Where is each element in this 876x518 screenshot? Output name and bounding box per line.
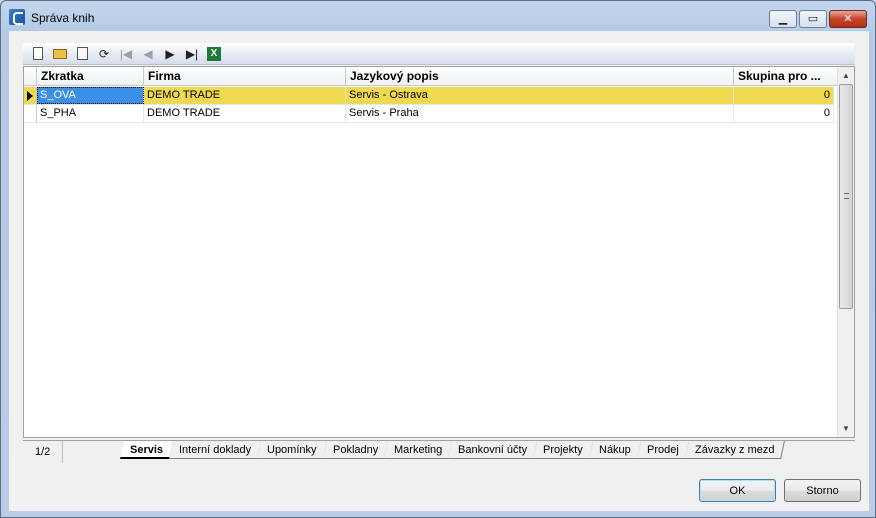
export-excel-button[interactable]: X <box>203 45 225 63</box>
tab-upominky[interactable]: Upomínky <box>257 441 328 459</box>
cancel-button[interactable]: Storno <box>784 479 861 502</box>
refresh-button[interactable]: ⟳ <box>93 45 115 63</box>
column-header-jazykovy-popis[interactable]: Jazykový popis <box>346 67 734 86</box>
tab-strip: 1/2 Servis Interní doklady Upomínky Pokl… <box>23 440 855 463</box>
cell-skupina[interactable]: 0 <box>734 105 834 122</box>
column-header-firma[interactable]: Firma <box>144 67 346 86</box>
title-bar[interactable]: Správa knih ▁ ▭ ✕ <box>1 1 875 31</box>
tab-zavazky-z-mezd[interactable]: Závazky z mezd <box>684 441 786 459</box>
new-record-button[interactable] <box>27 45 49 63</box>
tabs: Servis Interní doklady Upomínky Pokladny… <box>120 441 786 461</box>
cell-popis[interactable]: Servis - Praha <box>346 105 734 122</box>
first-record-button[interactable]: |◀ <box>115 45 137 63</box>
grid-header: Zkratka Firma Jazykový popis Skupina pro… <box>24 67 838 86</box>
new-document-icon <box>33 47 43 60</box>
maximize-icon: ▭ <box>807 12 819 25</box>
cell-zkratka[interactable]: S_PHA <box>37 105 144 122</box>
minimize-icon: ▁ <box>778 12 788 25</box>
vertical-scrollbar[interactable]: ▲ ▼ <box>837 67 854 437</box>
next-record-icon: ▶ <box>165 46 175 61</box>
cell-zkratka[interactable]: S_OVA <box>37 87 144 104</box>
cell-skupina[interactable]: 0 <box>734 87 834 104</box>
previous-record-button[interactable]: ◀ <box>137 45 159 63</box>
delete-icon <box>76 47 88 60</box>
cell-firma[interactable]: DEMO TRADE <box>144 87 346 104</box>
open-record-button[interactable] <box>49 45 71 63</box>
dialog-client-area: ⟳ |◀ ◀ ▶ ▶| X Zkratka Firma Jazykový pop… <box>9 31 869 511</box>
header-indicator <box>24 67 37 86</box>
current-row-arrow-icon <box>27 91 33 101</box>
export-excel-icon: X <box>207 46 221 61</box>
scrollbar-thumb[interactable] <box>839 84 853 309</box>
tab-projekty[interactable]: Projekty <box>533 441 595 459</box>
tab-prodej[interactable]: Prodej <box>637 441 690 459</box>
previous-record-icon: ◀ <box>143 46 153 61</box>
column-header-skupina[interactable]: Skupina pro ... <box>734 67 838 86</box>
column-header-zkratka[interactable]: Zkratka <box>37 67 144 86</box>
tab-bankovni-ucty[interactable]: Bankovní účty <box>448 441 539 459</box>
open-folder-icon <box>53 48 67 59</box>
next-record-button[interactable]: ▶ <box>159 45 181 63</box>
last-record-button[interactable]: ▶| <box>181 45 203 63</box>
tab-interni-doklady[interactable]: Interní doklady <box>169 441 263 459</box>
first-record-icon: |◀ <box>119 46 133 61</box>
book-management-window: Správa knih ▁ ▭ ✕ ⟳ |◀ ◀ ▶ ▶| X Zkratka … <box>0 0 876 518</box>
tab-servis[interactable]: Servis <box>120 441 174 459</box>
maximize-button[interactable]: ▭ <box>799 10 827 28</box>
grip-icon <box>844 193 849 199</box>
toolbar: ⟳ |◀ ◀ ▶ ▶| X <box>23 43 855 65</box>
ok-button[interactable]: OK <box>699 479 776 502</box>
tab-marketing[interactable]: Marketing <box>384 441 454 459</box>
table-row[interactable]: S_OVA DEMO TRADE Servis - Ostrava 0 <box>24 87 834 105</box>
row-indicator <box>24 105 37 122</box>
cell-firma[interactable]: DEMO TRADE <box>144 105 346 122</box>
record-counter: 1/2 <box>23 441 63 463</box>
table-row[interactable]: S_PHA DEMO TRADE Servis - Praha 0 <box>24 105 834 123</box>
refresh-icon: ⟳ <box>98 46 110 61</box>
close-icon: ✕ <box>843 12 853 25</box>
delete-record-button[interactable] <box>71 45 93 63</box>
row-indicator <box>24 87 37 104</box>
tab-nakup[interactable]: Nákup <box>589 441 642 459</box>
window-title: Správa knih <box>31 11 95 25</box>
tab-pokladny[interactable]: Pokladny <box>322 441 389 459</box>
close-button[interactable]: ✕ <box>829 10 867 28</box>
scroll-up-icon[interactable]: ▲ <box>838 67 854 84</box>
minimize-button[interactable]: ▁ <box>769 10 797 28</box>
cell-popis[interactable]: Servis - Ostrava <box>346 87 734 104</box>
app-icon <box>9 9 25 25</box>
last-record-icon: ▶| <box>185 46 199 61</box>
scroll-down-icon[interactable]: ▼ <box>838 420 854 437</box>
books-grid: Zkratka Firma Jazykový popis Skupina pro… <box>23 66 855 438</box>
